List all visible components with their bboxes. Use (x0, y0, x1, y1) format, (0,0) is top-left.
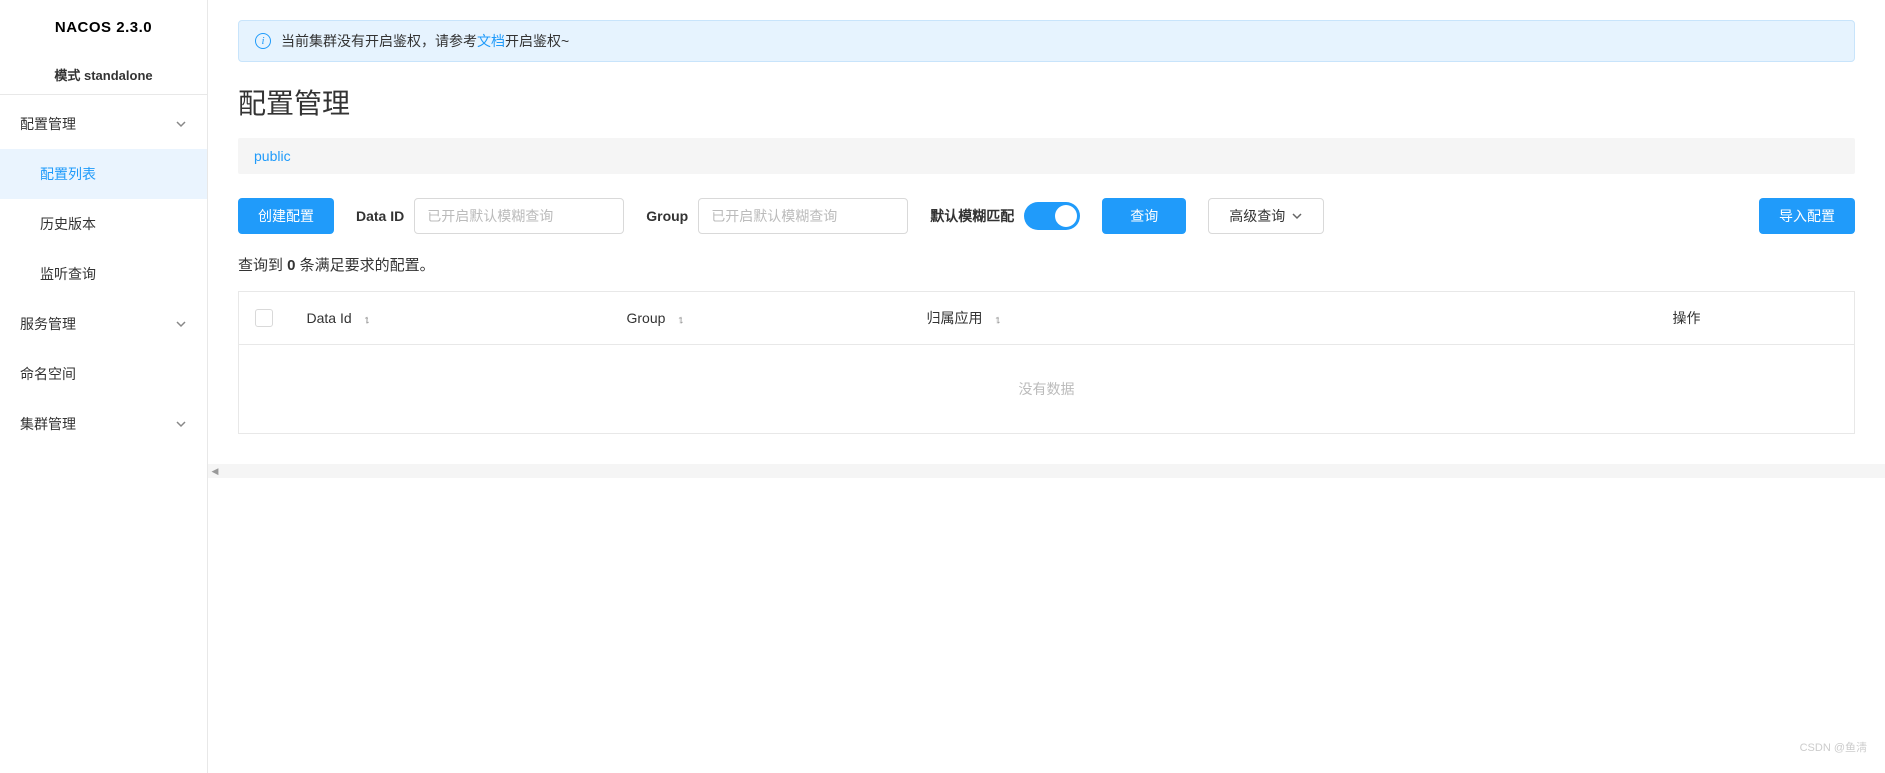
scroll-left-icon[interactable]: ◀ (208, 464, 222, 478)
sidebar-item-label: 配置管理 (20, 114, 76, 134)
alert-text: 当前集群没有开启鉴权，请参考文档开启鉴权~ (281, 31, 569, 51)
app-logo: NACOS 2.3.0 (0, 0, 207, 55)
horizontal-scrollbar[interactable]: ◀ (208, 464, 1885, 478)
result-summary: 查询到 0 条满足要求的配置。 (238, 254, 1855, 275)
fuzzy-match-label: 默认模糊匹配 (930, 206, 1014, 226)
sort-icon: ↑↓ (677, 314, 680, 326)
watermark: CSDN @鱼淸 (1800, 739, 1867, 755)
import-config-button[interactable]: 导入配置 (1759, 198, 1855, 234)
select-all-header[interactable] (239, 292, 289, 345)
sidebar-item-listener[interactable]: 监听查询 (0, 249, 207, 299)
info-icon: i (255, 33, 271, 49)
advanced-query-button[interactable]: 高级查询 (1208, 198, 1324, 234)
sidebar-item-config-mgmt[interactable]: 配置管理 (0, 99, 207, 149)
sidebar-item-label: 服务管理 (20, 314, 76, 334)
chevron-down-icon (175, 318, 187, 330)
main-content: i 当前集群没有开启鉴权，请参考文档开启鉴权~ 配置管理 public 创建配置… (208, 0, 1885, 773)
sidebar-item-namespace[interactable]: 命名空间 (0, 349, 207, 399)
sidebar-item-label: 配置列表 (40, 164, 96, 184)
select-all-checkbox[interactable] (255, 309, 273, 327)
column-data-id[interactable]: Data Id ↑↓ (289, 292, 609, 345)
column-app[interactable]: 归属应用 ↑↓ (909, 292, 1655, 345)
sidebar-item-history[interactable]: 历史版本 (0, 199, 207, 249)
column-group[interactable]: Group ↑↓ (609, 292, 909, 345)
chevron-down-icon (175, 118, 187, 130)
create-config-button[interactable]: 创建配置 (238, 198, 334, 234)
data-id-input[interactable] (414, 198, 624, 234)
sidebar-item-label: 命名空间 (20, 364, 76, 384)
app-mode: 模式 standalone (0, 55, 207, 95)
fuzzy-match-toggle[interactable] (1024, 202, 1080, 230)
chevron-down-icon (175, 418, 187, 430)
result-count: 0 (287, 257, 295, 274)
page-title: 配置管理 (238, 82, 1855, 122)
sidebar-item-cluster-mgmt[interactable]: 集群管理 (0, 399, 207, 449)
query-button[interactable]: 查询 (1102, 198, 1186, 234)
sidebar-item-service-mgmt[interactable]: 服务管理 (0, 299, 207, 349)
alert-doc-link[interactable]: 文档 (477, 33, 505, 49)
chevron-down-icon (1291, 210, 1303, 222)
sidebar-menu: 配置管理 配置列表 历史版本 监听查询 服务管理 命名空间 (0, 95, 207, 449)
sidebar-item-label: 历史版本 (40, 214, 96, 234)
column-action: 操作 (1655, 292, 1855, 345)
toolbar: 创建配置 Data ID Group 默认模糊匹配 查询 高级查询 (238, 198, 1855, 234)
sidebar-item-config-list[interactable]: 配置列表 (0, 149, 207, 199)
auth-warning-alert: i 当前集群没有开启鉴权，请参考文档开启鉴权~ (238, 20, 1855, 62)
namespace-bar: public (238, 138, 1855, 174)
sidebar: NACOS 2.3.0 模式 standalone 配置管理 配置列表 历史版本… (0, 0, 208, 773)
data-id-label: Data ID (356, 208, 404, 224)
namespace-public-link[interactable]: public (254, 148, 291, 164)
config-table: Data Id ↑↓ Group ↑↓ 归属应用 ↑↓ 操作 (238, 291, 1855, 434)
group-label: Group (646, 208, 688, 224)
empty-state: 没有数据 (239, 345, 1855, 434)
sidebar-item-label: 集群管理 (20, 414, 76, 434)
sidebar-item-label: 监听查询 (40, 264, 96, 284)
sort-icon: ↑↓ (364, 314, 367, 326)
group-input[interactable] (698, 198, 908, 234)
sort-icon: ↑↓ (994, 314, 997, 326)
